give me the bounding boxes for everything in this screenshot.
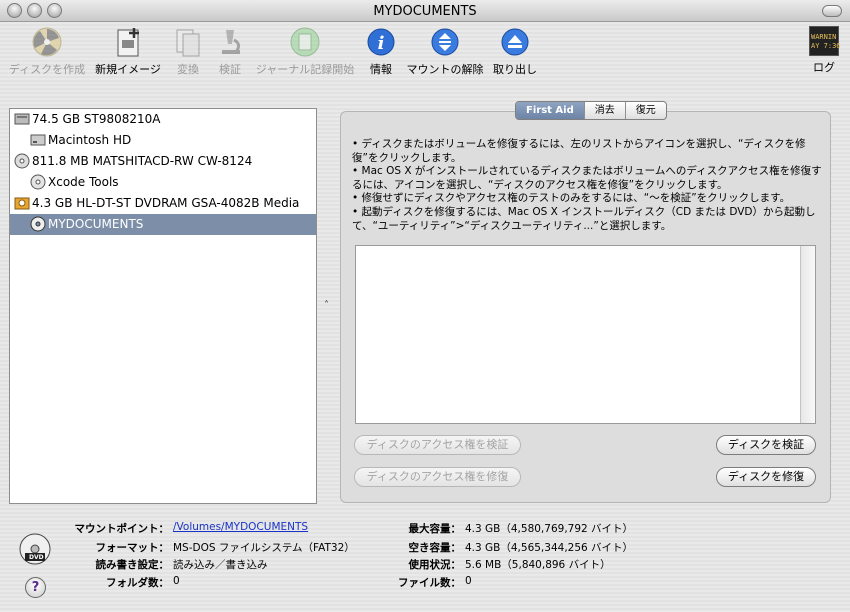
capacity-value: 4.3 GB（4,580,769,792 バイト）: [465, 523, 634, 535]
log-button[interactable]: WARNIN AY 7:36 ログ: [806, 26, 842, 75]
file-count-value: 0: [465, 575, 472, 587]
burn-button[interactable]: ディスクを作成: [8, 26, 86, 77]
eject-label: 取り出し: [493, 63, 537, 76]
eject-button[interactable]: 取り出し: [492, 26, 538, 77]
hard-disk-icon: [14, 111, 30, 127]
disk-list[interactable]: 74.5 GB ST9808210A Macintosh HD 811.8 MB…: [9, 108, 317, 504]
disk-row[interactable]: 4.3 GB HL-DT-ST DVDRAM GSA-4082B Media: [10, 193, 316, 214]
mount-point-value[interactable]: /Volumes/MYDOCUMENTS: [173, 521, 308, 533]
disk-row[interactable]: Xcode Tools: [10, 172, 316, 193]
info-button[interactable]: i 情報: [364, 26, 398, 77]
instruction-item: • Mac OS X がインストールされているディスクまたはボリュームへのディス…: [352, 165, 822, 191]
disk-row[interactable]: Macintosh HD: [10, 130, 316, 151]
free-space-label: 空き容量：: [408, 542, 462, 554]
tab-erase[interactable]: 消去: [585, 102, 626, 119]
log-icon-text-1: WARNIN: [811, 33, 837, 41]
info-label: 情報: [370, 63, 392, 76]
instruction-item: • ディスクまたはボリュームを修復するには、左のリストからアイコンを選択し、“デ…: [352, 138, 806, 164]
repair-disk-button[interactable]: ディスクを修復: [716, 467, 816, 487]
toolbar-toggle-button[interactable]: [822, 5, 842, 17]
used-space-label: 使用状況：: [408, 559, 462, 571]
dvd-media-icon: [14, 195, 30, 211]
first-aid-log[interactable]: [355, 245, 816, 424]
verify-disk-button[interactable]: ディスクを検証: [716, 435, 816, 455]
disk-row[interactable]: 74.5 GB ST9808210A: [10, 109, 316, 130]
dvd-icon-text: DVD: [29, 554, 44, 561]
log-console-icon: WARNIN AY 7:36: [809, 26, 841, 56]
title-bar: MYDOCUMENTS: [0, 0, 850, 22]
read-write-value: 読み込み／書き込み: [173, 559, 268, 571]
unmount-button[interactable]: マウントの解除: [405, 26, 485, 77]
tab-restore[interactable]: 復元: [626, 102, 666, 119]
read-write-label: 読み書き設定：: [95, 559, 170, 571]
journaling-label: ジャーナル記録開始: [255, 63, 355, 76]
journaling-icon: [289, 26, 321, 58]
cd-volume-icon: [30, 174, 46, 190]
disk-row[interactable]: 811.8 MB MATSHITACD-RW CW-8124: [10, 151, 316, 172]
capacity-label: 最大容量：: [408, 523, 462, 535]
mount-point-label: マウントポイント：: [74, 523, 170, 535]
eject-icon: [499, 26, 531, 58]
burn-label: ディスクを作成: [8, 63, 86, 76]
unmount-label: マウントの解除: [406, 63, 484, 76]
disk-label: 4.3 GB HL-DT-ST DVDRAM GSA-4082B Media: [32, 196, 300, 210]
help-button[interactable]: ?: [25, 577, 46, 598]
microscope-icon: [214, 26, 246, 58]
log-icon-text-2: AY 7:36: [811, 42, 841, 50]
log-scrollbar[interactable]: [800, 246, 815, 423]
mount-point-link[interactable]: /Volumes/MYDOCUMENTS: [173, 521, 308, 533]
new-image-icon: [112, 26, 144, 58]
format-value: MS-DOS ファイルシステム（FAT32）: [173, 542, 355, 554]
window-title: MYDOCUMENTS: [373, 4, 477, 19]
svg-text:i: i: [378, 33, 385, 54]
disk-label: MYDOCUMENTS: [48, 217, 144, 231]
disk-label: Macintosh HD: [48, 133, 132, 147]
unmount-icon: [429, 26, 461, 58]
new-image-button[interactable]: 新規イメージ: [94, 26, 162, 77]
split-view-handle[interactable]: ˄: [324, 300, 329, 311]
instruction-item: • 修復せずにディスクやアクセス権のテストのみをするには、“〜を検証”をクリック…: [352, 192, 791, 205]
convert-icon: [172, 26, 204, 58]
tab-first-aid[interactable]: First Aid: [516, 102, 585, 119]
disk-row-selected[interactable]: MYDOCUMENTS: [10, 214, 316, 235]
disk-label: 74.5 GB ST9808210A: [32, 112, 161, 126]
disk-label: 811.8 MB MATSHITACD-RW CW-8124: [32, 154, 253, 168]
file-count-label: ファイル数：: [398, 577, 461, 589]
repair-permissions-button[interactable]: ディスクのアクセス権を修復: [354, 467, 521, 487]
verify-permissions-button[interactable]: ディスクのアクセス権を検証: [354, 435, 521, 455]
help-icon: ?: [31, 580, 40, 595]
free-space-value: 4.3 GB（4,565,344,256 バイト）: [465, 542, 634, 554]
verify-label: 検証: [219, 63, 241, 76]
verify-button[interactable]: 検証: [212, 26, 248, 77]
dvd-volume-icon: [30, 216, 46, 232]
convert-label: 変換: [177, 63, 199, 76]
volume-icon: [30, 132, 46, 148]
burn-icon: [31, 26, 63, 58]
first-aid-instructions: • ディスクまたはボリュームを修復するには、左のリストからアイコンを選択し、“デ…: [352, 138, 822, 233]
convert-button[interactable]: 変換: [170, 26, 206, 77]
format-label: フォーマット：: [95, 542, 170, 554]
folder-count-label: フォルダ数：: [106, 577, 169, 589]
toolbar: ディスクを作成 新規イメージ 変換 検証 ジャーナル記録開始 i 情報 マウント…: [0, 22, 850, 82]
folder-count-value: 0: [173, 575, 180, 587]
disk-label: Xcode Tools: [48, 175, 119, 189]
new-image-label: 新規イメージ: [95, 63, 161, 76]
used-space-value: 5.6 MB（5,840,896 バイト）: [465, 559, 611, 571]
instruction-item: • 起動ディスクを修復するには、Mac OS X インストールディスク（CD ま…: [352, 205, 816, 232]
tab-bar: First Aid 消去 復元: [515, 101, 667, 120]
optical-drive-icon: [14, 153, 30, 169]
info-icon: i: [365, 26, 397, 58]
enable-journaling-button[interactable]: ジャーナル記録開始: [254, 26, 356, 77]
volume-dvd-icon: DVD: [19, 533, 51, 565]
log-label: ログ: [813, 61, 835, 74]
